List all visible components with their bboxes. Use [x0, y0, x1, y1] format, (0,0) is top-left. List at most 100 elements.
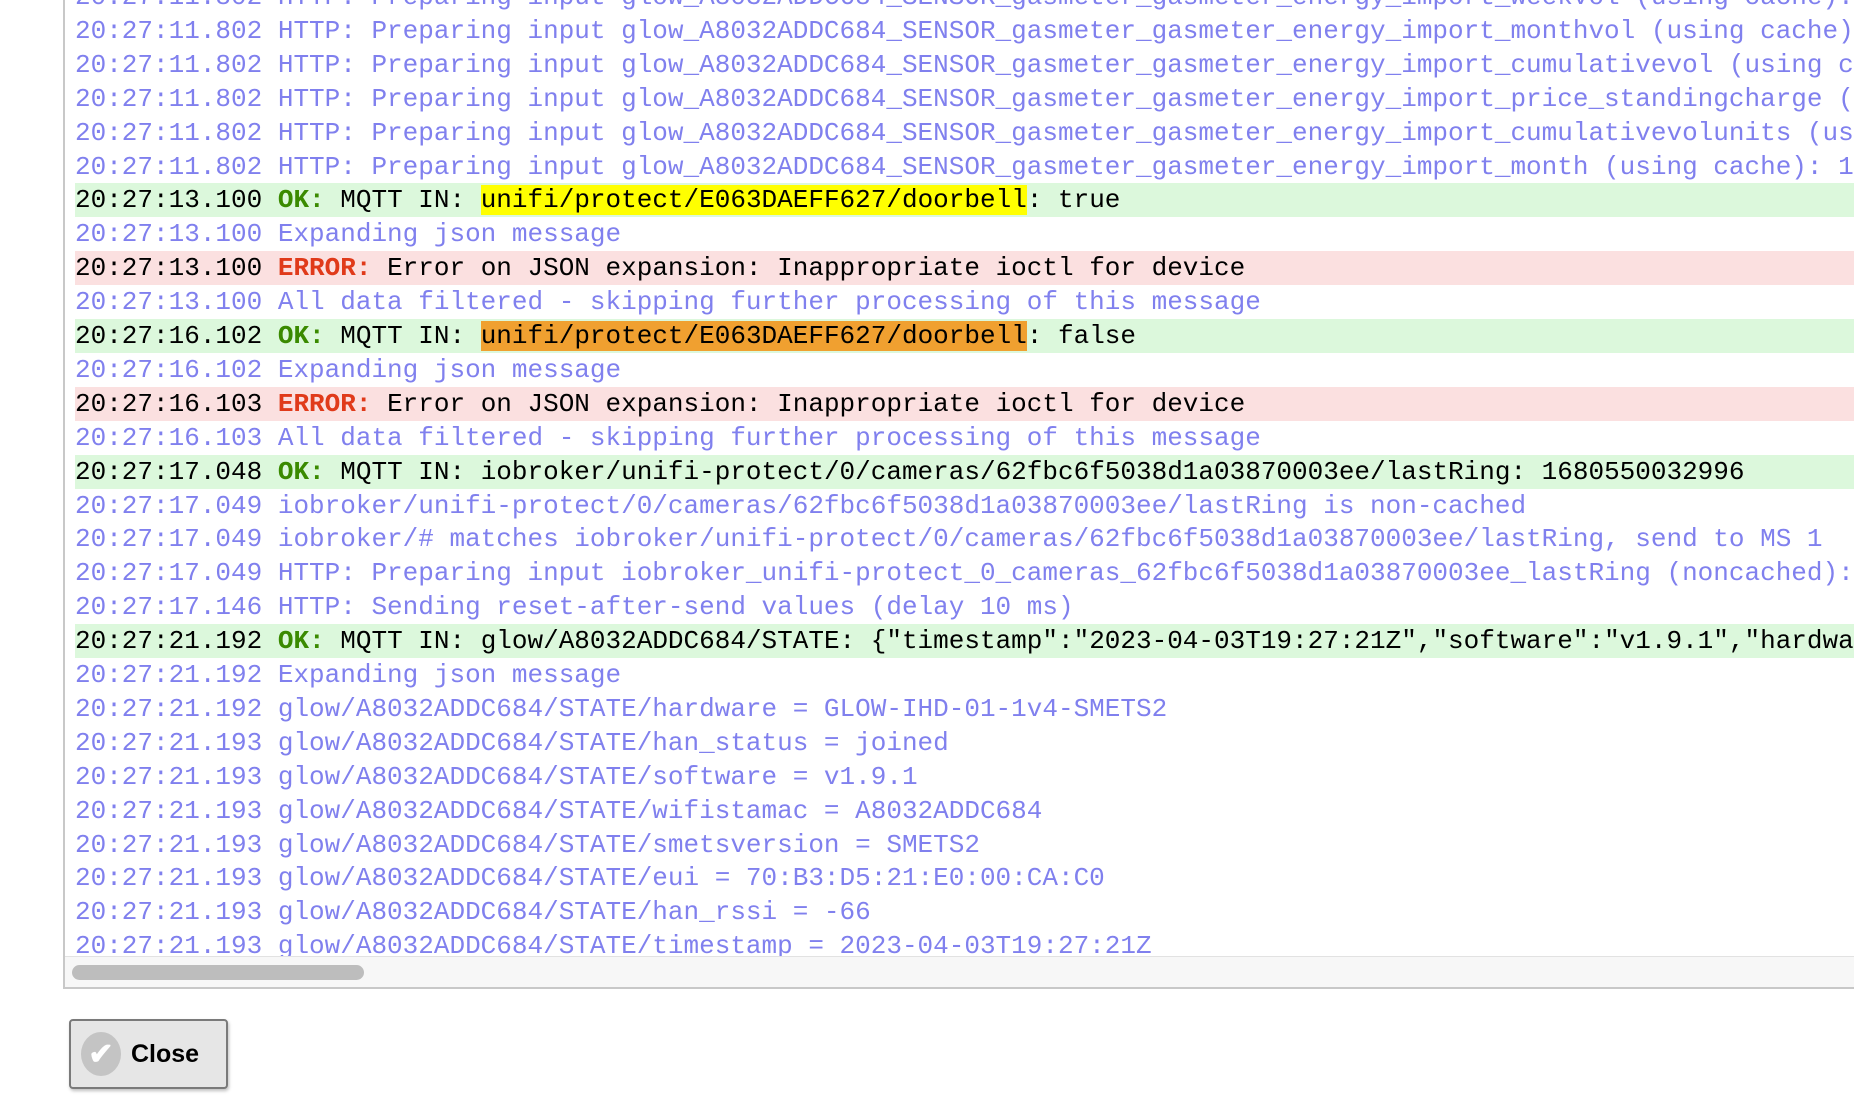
log-timestamp: 20:27:16.102: [75, 321, 263, 351]
log-timestamp: 20:27:11.802: [75, 151, 263, 182]
log-timestamp: 20:27:17.049: [75, 490, 263, 521]
log-timestamp: 20:27:16.103: [75, 422, 263, 453]
scrollbar-thumb[interactable]: [72, 965, 364, 980]
log-timestamp: 20:27:21.193: [75, 829, 263, 860]
log-message: Expanding json message: [277, 354, 622, 385]
log-row-info: 20:27:21.193 glow/A8032ADDC684/STATE/tim…: [75, 929, 1854, 959]
log-message: MQTT IN: iobroker/unifi-protect/0/camera…: [340, 456, 1745, 487]
log-message: All data filtered - skipping further pro…: [277, 287, 1261, 318]
log-level-tag: ERROR:: [277, 253, 372, 284]
log-message: HTTP: Preparing input glow_A8032ADDC684_…: [277, 49, 1854, 80]
log-message: HTTP: Preparing input iobroker_unifi-pro…: [277, 558, 1854, 589]
log-timestamp: 20:27:13.100: [75, 253, 263, 284]
log-row-info: 20:27:21.193 glow/A8032ADDC684/STATE/wif…: [75, 794, 1854, 828]
log-timestamp: 20:27:21.192: [75, 626, 263, 657]
log-row-ok: 20:27:21.192 OK: MQTT IN: glow/A8032ADDC…: [75, 624, 1854, 659]
log-row-info: 20:27:21.193 glow/A8032ADDC684/STATE/han…: [75, 726, 1854, 760]
log-level-tag: OK:: [277, 626, 325, 657]
log-timestamp: 20:27:11.802: [75, 117, 263, 148]
log-timestamp: 20:27:17.048: [75, 456, 263, 487]
log-message: HTTP: Preparing input glow_A8032ADDC684_…: [278, 0, 1854, 12]
log-message-rest: : false: [1026, 321, 1137, 351]
log-timestamp: 20:27:21.193: [75, 727, 263, 758]
log-timestamp: 20:27:13.100: [75, 185, 263, 216]
log-message: iobroker/# matches iobroker/unifi-protec…: [277, 524, 1823, 555]
log-message: HTTP: Sending reset-after-send values (d…: [277, 592, 1074, 623]
log-message: HTTP: Preparing input glow_A8032ADDC684_…: [277, 83, 1854, 114]
log-row-info: 20:27:16.103 All data filtered - skippin…: [75, 421, 1854, 455]
log-timestamp: 20:27:21.193: [75, 897, 263, 928]
log-row-info: 20:27:11.802 HTTP: Preparing input glow_…: [75, 82, 1854, 116]
highlighted-topic: unifi/protect/E063DAEFF627/doorbell: [480, 185, 1027, 216]
log-timestamp: 20:27:21.193: [75, 795, 263, 826]
log-row-info: 20:27:17.049 iobroker/unifi-protect/0/ca…: [75, 489, 1854, 523]
highlighted-topic: unifi/protect/E063DAEFF627/doorbell: [480, 321, 1027, 351]
close-button[interactable]: ✔ Close: [69, 1019, 228, 1089]
log-row-info: 20:27:17.049 HTTP: Preparing input iobro…: [75, 556, 1854, 590]
log-message: HTTP: Preparing input glow_A8032ADDC684_…: [277, 15, 1854, 46]
log-row-info: 20:27:11.802 HTTP: Preparing input glow_…: [75, 48, 1854, 82]
log-timestamp: 20:27:17.049: [75, 558, 263, 589]
log-message: HTTP: Preparing input glow_A8032ADDC684_…: [277, 151, 1854, 182]
log-message: Expanding json message: [277, 660, 622, 690]
horizontal-scrollbar[interactable]: [65, 956, 1854, 987]
log-timestamp: 20:27:21.192: [75, 660, 263, 690]
log-timestamp: 20:27:11.802: [75, 15, 263, 46]
log-level-tag: OK:: [277, 456, 325, 487]
log-row-ok: 20:27:17.048 OK: MQTT IN: iobroker/unifi…: [75, 454, 1854, 489]
log-message: glow/A8032ADDC684/STATE/timestamp = 2023…: [277, 931, 1152, 959]
log-message: glow/A8032ADDC684/STATE/eui = 70:B3:D5:2…: [277, 863, 1105, 894]
log-row-ok: 20:27:16.102 OK: MQTT IN: unifi/protect/…: [75, 319, 1854, 353]
log-message: glow/A8032ADDC684/STATE/smetsversion = S…: [277, 829, 980, 860]
log-row-info: 20:27:17.049 iobroker/# matches iobroker…: [75, 522, 1854, 556]
log-message: All data filtered - skipping further pro…: [277, 422, 1261, 453]
log-timestamp: 20:27:11.802: [75, 0, 262, 12]
log-timestamp: 20:27:16.102: [75, 354, 263, 385]
log-row-error: 20:27:13.100 ERROR: Error on JSON expans…: [75, 251, 1854, 286]
log-row-info: 20:27:11.802 HTTP: Preparing input glow_…: [75, 14, 1854, 48]
log-row-ok: 20:27:13.100 OK: MQTT IN: unifi/protect/…: [75, 183, 1854, 218]
log-message: iobroker/unifi-protect/0/cameras/62fbc6f…: [277, 490, 1527, 521]
log-row-info: 20:27:11.802 HTTP: Preparing input glow_…: [75, 0, 1854, 14]
log-row-info: 20:27:21.193 glow/A8032ADDC684/STATE/sof…: [75, 760, 1854, 794]
log-timestamp: 20:27:11.802: [75, 83, 263, 114]
log-message: glow/A8032ADDC684/STATE/han_rssi = -66: [277, 897, 871, 928]
log-timestamp: 20:27:21.193: [75, 863, 263, 894]
log-timestamp: 20:27:13.100: [75, 287, 263, 318]
log-message: glow/A8032ADDC684/STATE/hardware = GLOW-…: [277, 693, 1168, 724]
log-panel: 20:27:11.802 HTTP: Preparing input glow_…: [63, 0, 1854, 989]
log-timestamp: 20:27:17.146: [75, 592, 263, 623]
log-row-info: 20:27:21.193 glow/A8032ADDC684/STATE/eui…: [75, 861, 1854, 895]
log-row-info: 20:27:21.192 Expanding json message: [75, 658, 1854, 692]
log-timestamp: 20:27:21.192: [75, 693, 263, 724]
log-message: MQTT IN:: [340, 185, 481, 216]
log-message: HTTP: Preparing input glow_A8032ADDC684_…: [277, 117, 1854, 148]
log-message: MQTT IN: glow/A8032ADDC684/STATE: {"time…: [340, 626, 1854, 657]
log-message: Error on JSON expansion: Inappropriate i…: [387, 253, 1246, 284]
log-row-info: 20:27:21.193 glow/A8032ADDC684/STATE/sme…: [75, 828, 1854, 862]
log-timestamp: 20:27:11.802: [75, 49, 263, 80]
log-level-tag: OK:: [277, 321, 325, 351]
log-timestamp: 20:27:21.193: [75, 761, 263, 792]
log-row-info: 20:27:13.100 Expanding json message: [75, 217, 1854, 251]
log-level-tag: ERROR:: [277, 388, 372, 419]
log-lines: 20:27:11.802 HTTP: Preparing input glow_…: [65, 0, 1854, 959]
log-timestamp: 20:27:16.103: [75, 388, 263, 419]
log-timestamp: 20:27:13.100: [75, 219, 263, 250]
log-message: glow/A8032ADDC684/STATE/wifistamac = A80…: [277, 795, 1043, 826]
log-message: glow/A8032ADDC684/STATE/software = v1.9.…: [277, 761, 918, 792]
log-timestamp: 20:27:17.049: [75, 524, 263, 555]
log-row-info: 20:27:11.802 HTTP: Preparing input glow_…: [75, 116, 1854, 150]
log-message: Expanding json message: [277, 219, 622, 250]
log-message: Error on JSON expansion: Inappropriate i…: [387, 388, 1246, 419]
log-timestamp: 20:27:21.193: [75, 931, 263, 959]
log-message-rest: : true: [1026, 185, 1121, 216]
close-button-label: Close: [131, 1039, 200, 1068]
log-row-info: 20:27:13.100 All data filtered - skippin…: [75, 285, 1854, 319]
log-row-error: 20:27:16.103 ERROR: Error on JSON expans…: [75, 386, 1854, 421]
check-icon: ✔: [81, 1032, 121, 1076]
log-row-info: 20:27:17.146 HTTP: Sending reset-after-s…: [75, 590, 1854, 624]
log-row-info: 20:27:21.192 glow/A8032ADDC684/STATE/har…: [75, 692, 1854, 726]
log-message: glow/A8032ADDC684/STATE/han_status = joi…: [277, 727, 949, 758]
log-row-info: 20:27:11.802 HTTP: Preparing input glow_…: [75, 150, 1854, 184]
